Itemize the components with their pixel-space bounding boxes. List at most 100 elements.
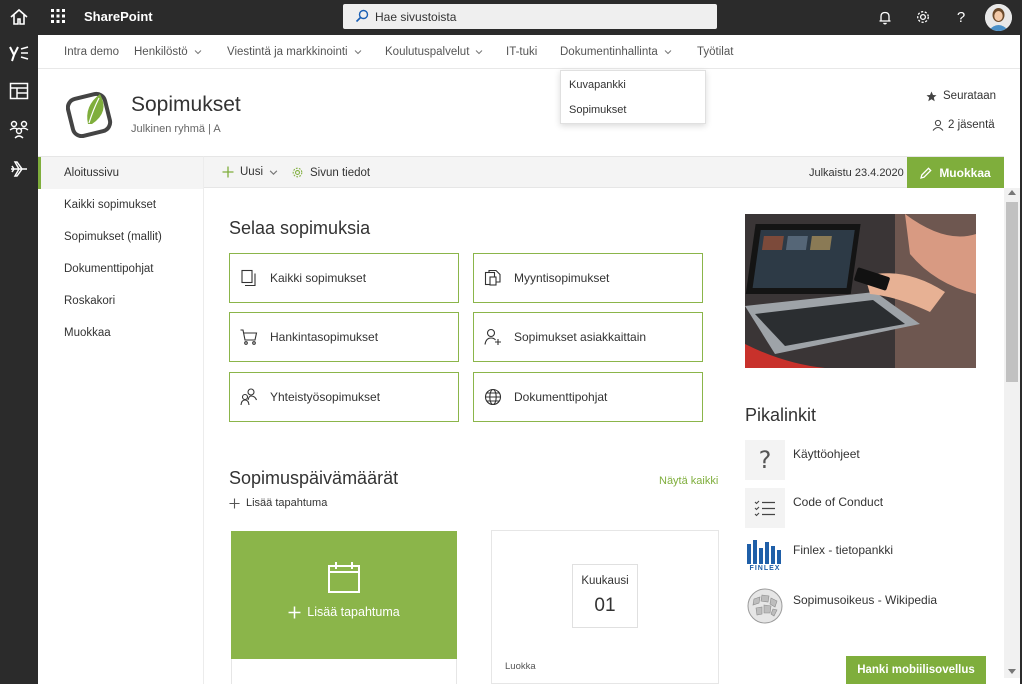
avatar[interactable] xyxy=(985,4,1012,31)
event-category-label: Luokka xyxy=(505,661,536,672)
app-launcher-icon[interactable] xyxy=(50,8,66,24)
nav-item-koulutuspalvelut[interactable]: Koulutuspalvelut xyxy=(385,46,483,58)
quick-link-finlex[interactable]: Finlex - tietopankki xyxy=(793,543,893,557)
sites-icon[interactable] xyxy=(0,74,38,108)
members-label: 2 jäsentä xyxy=(948,119,995,131)
quick-link-kayttoohjeet[interactable]: Käyttöohjeet xyxy=(793,447,860,461)
left-nav-item-kaikki-sopimukset[interactable]: Kaikki sopimukset xyxy=(64,199,156,211)
tile-myyntisopimukset[interactable]: Myyntisopimukset xyxy=(473,253,703,303)
left-nav-item-sopimukset-mallit[interactable]: Sopimukset (mallit) xyxy=(64,231,162,243)
tile-label: Kaikki sopimukset xyxy=(270,271,367,285)
nav-item-dokumentinhallinta[interactable]: Dokumentinhallinta xyxy=(560,46,672,58)
nav-dropdown-menu: Kuvapankki Sopimukset xyxy=(560,70,706,124)
people-icon xyxy=(240,388,258,406)
star-icon xyxy=(926,91,937,101)
nav-item-it-tuki[interactable]: IT-tuki xyxy=(506,46,537,58)
question-icon[interactable]: ? xyxy=(745,440,785,480)
home-icon[interactable] xyxy=(0,0,38,34)
new-label: Uusi xyxy=(240,166,264,178)
site-logo[interactable] xyxy=(65,88,114,139)
add-event-card-footer xyxy=(231,659,457,684)
nav-item-henkilosto[interactable]: Henkilöstö xyxy=(134,46,202,58)
browse-section-title: Selaa sopimuksia xyxy=(229,218,371,238)
search-input[interactable]: Hae sivustoista xyxy=(375,10,456,24)
site-subtitle: Julkinen ryhmä | A xyxy=(131,123,221,135)
members-button[interactable]: 2 jäsentä xyxy=(932,119,995,131)
wikipedia-logo[interactable] xyxy=(745,586,785,626)
nav-label: Intra demo xyxy=(64,46,119,58)
quick-links-title: Pikalinkit xyxy=(745,405,817,425)
person-icon xyxy=(932,119,944,131)
add-person-icon xyxy=(484,328,501,345)
tile-yhteistyosopimukset[interactable]: Yhteistyösopimukset xyxy=(229,372,459,422)
add-event-card-label: Lisää tapahtuma xyxy=(231,605,457,619)
nav-item-tyotilat[interactable]: Työtilat xyxy=(697,46,733,58)
list-icon[interactable] xyxy=(745,488,785,528)
top-navigation: Intra demo Henkilöstö Viestintä ja markk… xyxy=(38,35,1022,69)
dropdown-item-kuvapankki[interactable]: Kuvapankki xyxy=(569,79,626,91)
follow-label: Seurataan xyxy=(943,90,997,102)
event-card[interactable]: Kuukausi 01 Luokka xyxy=(491,530,719,684)
add-event-card-text: Lisää tapahtuma xyxy=(307,605,400,619)
search-box[interactable]: Hae sivustoista xyxy=(343,4,717,29)
published-date: Julkaistu 23.4.2020 xyxy=(809,167,904,179)
edit-button[interactable]: Muokkaa xyxy=(907,157,1004,188)
command-bar: Uusi Sivun tiedot Julkaistu 23.4.2020 Mu… xyxy=(204,156,1004,188)
chevron-down-icon xyxy=(476,50,483,55)
tile-label: Hankintasopimukset xyxy=(270,330,379,344)
dropdown-item-sopimukset[interactable]: Sopimukset xyxy=(569,104,626,116)
add-event-link[interactable]: Lisää tapahtuma xyxy=(229,497,327,509)
tile-label: Yhteistyösopimukset xyxy=(270,390,381,404)
tile-kaikki-sopimukset[interactable]: Kaikki sopimukset xyxy=(229,253,459,303)
gear-icon[interactable] xyxy=(914,8,932,26)
new-button[interactable]: Uusi xyxy=(222,166,278,178)
get-mobile-app-button[interactable]: Hanki mobiilisovellus xyxy=(846,656,986,684)
scroll-up-arrow-icon[interactable] xyxy=(1008,190,1016,195)
tile-hankintasopimukset[interactable]: Hankintasopimukset xyxy=(229,312,459,362)
globe-icon xyxy=(484,388,502,406)
tile-label: Dokumenttipohjat xyxy=(514,390,608,404)
nav-label: Henkilöstö xyxy=(134,46,188,58)
left-nav-item-aloitussivu[interactable]: Aloitussivu xyxy=(64,167,119,179)
event-month-label: Kuukausi xyxy=(581,575,629,587)
left-nav-item-dokumenttipohjat[interactable]: Dokumenttipohjat xyxy=(64,263,154,275)
search-icon xyxy=(355,9,369,23)
add-event-card[interactable]: Lisää tapahtuma xyxy=(231,531,457,659)
plus-icon xyxy=(222,166,234,178)
nav-label: IT-tuki xyxy=(506,46,538,58)
airplane-icon[interactable] xyxy=(0,152,38,186)
tile-sopimukset-asiakkaittain[interactable]: Sopimukset asiakkaittain xyxy=(473,312,703,362)
show-all-link[interactable]: Näytä kaikki xyxy=(659,475,718,487)
left-nav-item-roskakori[interactable]: Roskakori xyxy=(64,295,115,307)
calendar-icon xyxy=(328,562,360,593)
app-bar xyxy=(0,0,38,684)
tile-label: Myyntisopimukset xyxy=(514,271,610,285)
bell-icon[interactable] xyxy=(876,8,894,26)
page-details-button[interactable]: Sivun tiedot xyxy=(291,166,370,179)
quick-link-wikipedia[interactable]: Sopimusoikeus - Wikipedia xyxy=(793,593,937,607)
scrollbar-thumb[interactable] xyxy=(1006,202,1018,382)
nav-item-viestinta[interactable]: Viestintä ja markkinointi xyxy=(227,46,362,58)
quick-link-code-of-conduct[interactable]: Code of Conduct xyxy=(793,495,883,509)
help-icon[interactable]: ? xyxy=(952,8,970,26)
scroll-down-arrow-icon[interactable] xyxy=(1008,669,1016,674)
nav-label: Viestintä ja markkinointi xyxy=(227,46,348,58)
add-event-label: Lisää tapahtuma xyxy=(246,497,328,509)
app-name[interactable]: SharePoint xyxy=(84,9,153,24)
left-nav-item-muokkaa[interactable]: Muokkaa xyxy=(64,327,111,339)
scrollbar[interactable] xyxy=(1004,188,1020,678)
nav-item-intra-demo[interactable]: Intra demo xyxy=(64,46,119,58)
groups-icon[interactable] xyxy=(0,112,38,146)
finlex-logo-text: FINLEX xyxy=(749,565,781,572)
follow-button[interactable]: Seurataan xyxy=(926,90,996,102)
tile-dokumenttipohjat[interactable]: Dokumenttipohjat xyxy=(473,372,703,422)
documents-icon xyxy=(484,269,501,286)
suite-bar: SharePoint Hae sivustoista ? xyxy=(38,0,1022,35)
yammer-icon[interactable] xyxy=(0,36,38,70)
site-title: Sopimukset xyxy=(131,93,241,116)
gear-icon xyxy=(292,167,303,178)
copy-icon xyxy=(241,269,256,287)
finlex-logo[interactable]: FINLEX xyxy=(745,536,785,576)
nav-label: Dokumentinhallinta xyxy=(560,46,658,58)
chevron-down-icon xyxy=(269,169,278,175)
